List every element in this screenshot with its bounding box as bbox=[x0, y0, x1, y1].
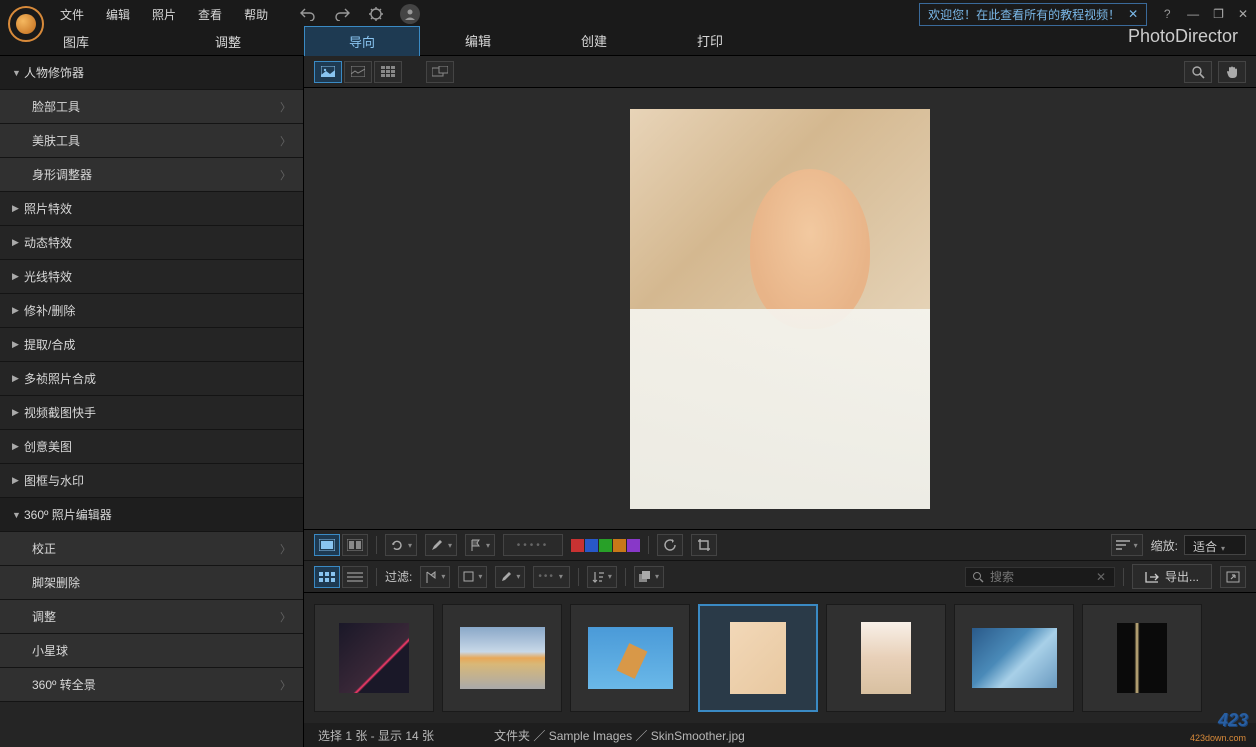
sidebar-360-editor[interactable]: ▼360º 照片编辑器 bbox=[0, 498, 303, 532]
tab-edit[interactable]: 编辑 bbox=[420, 26, 536, 57]
brush-icon[interactable] bbox=[425, 534, 457, 556]
sidebar-extract-compose[interactable]: ▶提取/合成 bbox=[0, 328, 303, 362]
sidebar-to-panorama[interactable]: 360º 转全景〉 bbox=[0, 668, 303, 702]
filmstrip bbox=[304, 593, 1256, 723]
export-button[interactable]: 导出... bbox=[1132, 564, 1212, 589]
photo-viewer[interactable] bbox=[304, 88, 1256, 529]
export-icon bbox=[1145, 571, 1159, 583]
sidebar-creative-art[interactable]: ▶创意美图 bbox=[0, 430, 303, 464]
sidebar-little-planet[interactable]: 小星球 bbox=[0, 634, 303, 668]
thumb-5[interactable] bbox=[826, 604, 946, 712]
rotate-icon[interactable] bbox=[385, 534, 417, 556]
sort-icon[interactable] bbox=[1111, 534, 1143, 556]
zoom-select[interactable]: 适合 bbox=[1184, 535, 1246, 555]
panel-split-icon[interactable] bbox=[342, 534, 368, 556]
secondary-display-icon[interactable] bbox=[426, 61, 454, 83]
view-single-icon[interactable] bbox=[314, 61, 342, 83]
thumb-4[interactable] bbox=[698, 604, 818, 712]
thumb-3[interactable] bbox=[570, 604, 690, 712]
pan-tool-icon[interactable] bbox=[1218, 61, 1246, 83]
sidebar-video-snapshot[interactable]: ▶视频截图快手 bbox=[0, 396, 303, 430]
menu-photo[interactable]: 照片 bbox=[150, 2, 178, 27]
filter-flag-icon[interactable] bbox=[420, 566, 450, 588]
close-icon[interactable]: ✕ bbox=[1128, 7, 1138, 21]
swatch-green[interactable] bbox=[599, 539, 612, 552]
panel-single-icon[interactable] bbox=[314, 534, 340, 556]
sidebar-frames-watermark[interactable]: ▶图框与水印 bbox=[0, 464, 303, 498]
sidebar-repair-remove[interactable]: ▶修补/删除 bbox=[0, 294, 303, 328]
help-icon[interactable]: ? bbox=[1157, 4, 1177, 24]
user-icon[interactable] bbox=[400, 4, 420, 24]
search-box[interactable]: ✕ bbox=[965, 567, 1115, 587]
settings-icon[interactable] bbox=[366, 4, 386, 24]
filter-label-icon[interactable] bbox=[458, 566, 487, 588]
refresh-icon[interactable] bbox=[657, 534, 683, 556]
sidebar-motion-effects[interactable]: ▶动态特效 bbox=[0, 226, 303, 260]
tab-adjust[interactable]: 调整 bbox=[152, 26, 304, 57]
crop-icon[interactable] bbox=[691, 534, 717, 556]
tab-print[interactable]: 打印 bbox=[652, 26, 768, 57]
sidebar: ▼人物修饰器 脸部工具〉 美肤工具〉 身形调整器〉 ▶照片特效 ▶动态特效 ▶光… bbox=[0, 56, 304, 747]
menu-edit[interactable]: 编辑 bbox=[104, 2, 132, 27]
sort-filter-icon[interactable] bbox=[587, 566, 617, 588]
maximize-icon[interactable]: ❐ bbox=[1213, 7, 1224, 21]
clear-search-icon[interactable]: ✕ bbox=[1096, 570, 1106, 584]
swatch-blue[interactable] bbox=[585, 539, 598, 552]
zoom-label: 缩放: bbox=[1151, 537, 1178, 554]
thumb-2[interactable] bbox=[442, 604, 562, 712]
sidebar-light-effects[interactable]: ▶光线特效 bbox=[0, 260, 303, 294]
swatch-red[interactable] bbox=[571, 539, 584, 552]
menu-view[interactable]: 查看 bbox=[196, 2, 224, 27]
status-folder: 文件夹 ／ Sample Images ／ SkinSmoother.jpg bbox=[494, 727, 745, 744]
swatch-purple[interactable] bbox=[627, 539, 640, 552]
rating-dots[interactable]: ••••• bbox=[503, 534, 563, 556]
sidebar-people-editor[interactable]: ▼人物修饰器 bbox=[0, 56, 303, 90]
stack-icon[interactable] bbox=[634, 566, 664, 588]
zoom-tool-icon[interactable] bbox=[1184, 61, 1212, 83]
tab-guided[interactable]: 导向 bbox=[304, 26, 420, 57]
thumb-1[interactable] bbox=[314, 604, 434, 712]
tab-create[interactable]: 创建 bbox=[536, 26, 652, 57]
close-window-icon[interactable]: ✕ bbox=[1238, 7, 1248, 21]
search-icon bbox=[972, 571, 984, 583]
sidebar-body-shaper[interactable]: 身形调整器〉 bbox=[0, 158, 303, 192]
swatch-orange[interactable] bbox=[613, 539, 626, 552]
menu-file[interactable]: 文件 bbox=[58, 2, 86, 27]
undo-icon[interactable] bbox=[298, 4, 318, 24]
welcome-banner[interactable]: 欢迎您！在此查看所有的教程视频！ ✕ bbox=[919, 3, 1147, 26]
search-input[interactable] bbox=[990, 570, 1090, 584]
flag-icon[interactable] bbox=[465, 534, 495, 556]
thumb-7[interactable] bbox=[1082, 604, 1202, 712]
sidebar-skin-tools[interactable]: 美肤工具〉 bbox=[0, 124, 303, 158]
view-compare-icon[interactable] bbox=[344, 61, 372, 83]
color-labels bbox=[571, 539, 640, 552]
thumb-6[interactable] bbox=[954, 604, 1074, 712]
filter-label: 过滤: bbox=[385, 568, 412, 585]
brand-label: PhotoDirector bbox=[1128, 26, 1256, 57]
filter-rating[interactable]: ••• bbox=[533, 566, 570, 588]
sidebar-photo-effects[interactable]: ▶照片特效 bbox=[0, 192, 303, 226]
sidebar-adjust[interactable]: 调整〉 bbox=[0, 600, 303, 634]
sidebar-tripod-removal[interactable]: 脚架删除 bbox=[0, 566, 303, 600]
menu-help[interactable]: 帮助 bbox=[242, 2, 270, 27]
minimize-icon[interactable]: — bbox=[1187, 7, 1199, 21]
filter-edit-icon[interactable] bbox=[495, 566, 525, 588]
app-logo bbox=[8, 6, 44, 42]
sidebar-face-tools[interactable]: 脸部工具〉 bbox=[0, 90, 303, 124]
thumbs-mode-icon[interactable] bbox=[314, 566, 340, 588]
main-photo bbox=[630, 109, 930, 509]
welcome-text: 欢迎您！在此查看所有的教程视频！ bbox=[928, 6, 1120, 23]
list-mode-icon[interactable] bbox=[342, 566, 368, 588]
sidebar-correction[interactable]: 校正〉 bbox=[0, 532, 303, 566]
sidebar-multi-exposure[interactable]: ▶多祯照片合成 bbox=[0, 362, 303, 396]
redo-icon[interactable] bbox=[332, 4, 352, 24]
share-icon[interactable] bbox=[1220, 566, 1246, 588]
status-selection: 选择 1 张 - 显示 14 张 bbox=[318, 727, 434, 744]
view-grid-icon[interactable] bbox=[374, 61, 402, 83]
